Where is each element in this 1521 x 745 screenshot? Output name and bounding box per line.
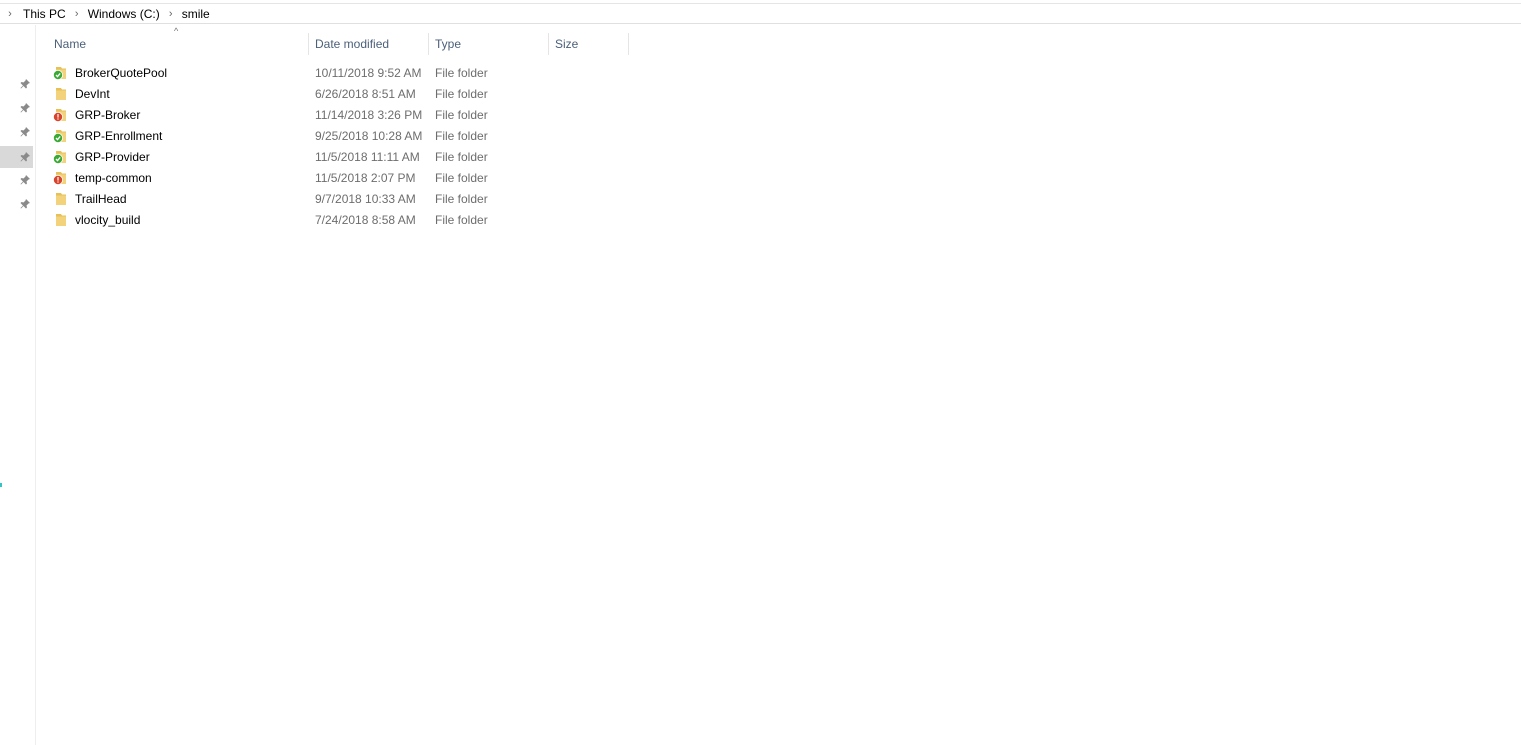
chevron-right-icon[interactable]: › — [69, 5, 85, 23]
chevron-right-icon[interactable]: › — [163, 5, 179, 23]
column-header-type[interactable]: Type — [429, 33, 549, 55]
file-row[interactable]: GRP-Enrollment 9/25/2018 10:28 AM File f… — [36, 126, 636, 147]
file-name: GRP-Broker — [75, 108, 141, 122]
file-name: TrailHead — [75, 192, 127, 206]
navigation-pane[interactable] — [0, 25, 36, 745]
breadcrumb[interactable]: › This PC › Windows (C:) › smile — [0, 4, 1521, 24]
column-header-name[interactable]: Name — [48, 33, 309, 55]
file-name: vlocity_build — [75, 213, 141, 227]
file-date-modified: 6/26/2018 8:51 AM — [315, 87, 416, 101]
file-date-modified: 9/7/2018 10:33 AM — [315, 192, 416, 206]
file-name: DevInt — [75, 87, 110, 101]
file-row[interactable]: BrokerQuotePool 10/11/2018 9:52 AM File … — [36, 63, 636, 84]
file-date-modified: 11/5/2018 11:11 AM — [315, 150, 420, 164]
pin-icon — [20, 103, 30, 113]
chevron-right-icon[interactable]: › — [0, 5, 20, 23]
breadcrumb-windows-c[interactable]: Windows (C:) — [85, 5, 163, 23]
folder-sync-modified-icon — [53, 109, 66, 122]
pin-icon — [20, 152, 30, 162]
file-row[interactable]: temp-common 11/5/2018 2:07 PM File folde… — [36, 168, 636, 189]
file-type: File folder — [435, 213, 488, 227]
breadcrumb-smile[interactable]: smile — [179, 5, 213, 23]
pin-icon — [20, 79, 30, 89]
quick-access-item[interactable] — [16, 123, 34, 141]
column-header-row: ^ Name Date modified Type Size — [36, 25, 636, 65]
quick-access-item[interactable] — [16, 171, 34, 189]
folder-sync-modified-icon — [53, 172, 66, 185]
file-date-modified: 11/14/2018 3:26 PM — [315, 108, 423, 122]
file-row[interactable]: vlocity_build 7/24/2018 8:58 AM File fol… — [36, 210, 636, 231]
quick-access-item[interactable] — [16, 99, 34, 117]
file-date-modified: 11/5/2018 2:07 PM — [315, 171, 416, 185]
file-type: File folder — [435, 150, 488, 164]
file-name: temp-common — [75, 171, 152, 185]
pin-icon — [20, 175, 30, 185]
file-name: GRP-Provider — [75, 150, 150, 164]
folder-sync-ok-icon — [53, 67, 66, 80]
file-row[interactable]: DevInt 6/26/2018 8:51 AM File folder — [36, 84, 636, 105]
folder-sync-ok-icon — [53, 130, 66, 143]
pin-icon — [20, 127, 30, 137]
file-list: BrokerQuotePool 10/11/2018 9:52 AM File … — [36, 63, 636, 231]
file-type: File folder — [435, 129, 488, 143]
column-header-size[interactable]: Size — [549, 33, 629, 55]
quick-access-item-selected[interactable] — [0, 146, 33, 168]
column-header-date-modified[interactable]: Date modified — [309, 33, 429, 55]
file-date-modified: 9/25/2018 10:28 AM — [315, 129, 423, 143]
file-row[interactable]: GRP-Provider 11/5/2018 11:11 AM File fol… — [36, 147, 636, 168]
file-date-modified: 7/24/2018 8:58 AM — [315, 213, 416, 227]
file-row[interactable]: GRP-Broker 11/14/2018 3:26 PM File folde… — [36, 105, 636, 126]
file-row[interactable]: TrailHead 9/7/2018 10:33 AM File folder — [36, 189, 636, 210]
file-date-modified: 10/11/2018 9:52 AM — [315, 66, 422, 80]
file-type: File folder — [435, 87, 488, 101]
quick-access-item[interactable] — [16, 75, 34, 93]
pin-icon — [20, 199, 30, 209]
folder-icon — [56, 193, 66, 205]
file-type: File folder — [435, 66, 488, 80]
file-type: File folder — [435, 171, 488, 185]
file-name: GRP-Enrollment — [75, 129, 163, 143]
folder-sync-ok-icon — [53, 151, 66, 164]
file-type: File folder — [435, 192, 488, 206]
file-name: BrokerQuotePool — [75, 66, 168, 80]
breadcrumb-this-pc[interactable]: This PC — [20, 5, 69, 23]
file-type: File folder — [435, 108, 488, 122]
pane-accent-mark — [0, 483, 2, 487]
quick-access-item[interactable] — [16, 195, 34, 213]
folder-icon — [56, 88, 66, 100]
folder-icon — [56, 214, 66, 226]
